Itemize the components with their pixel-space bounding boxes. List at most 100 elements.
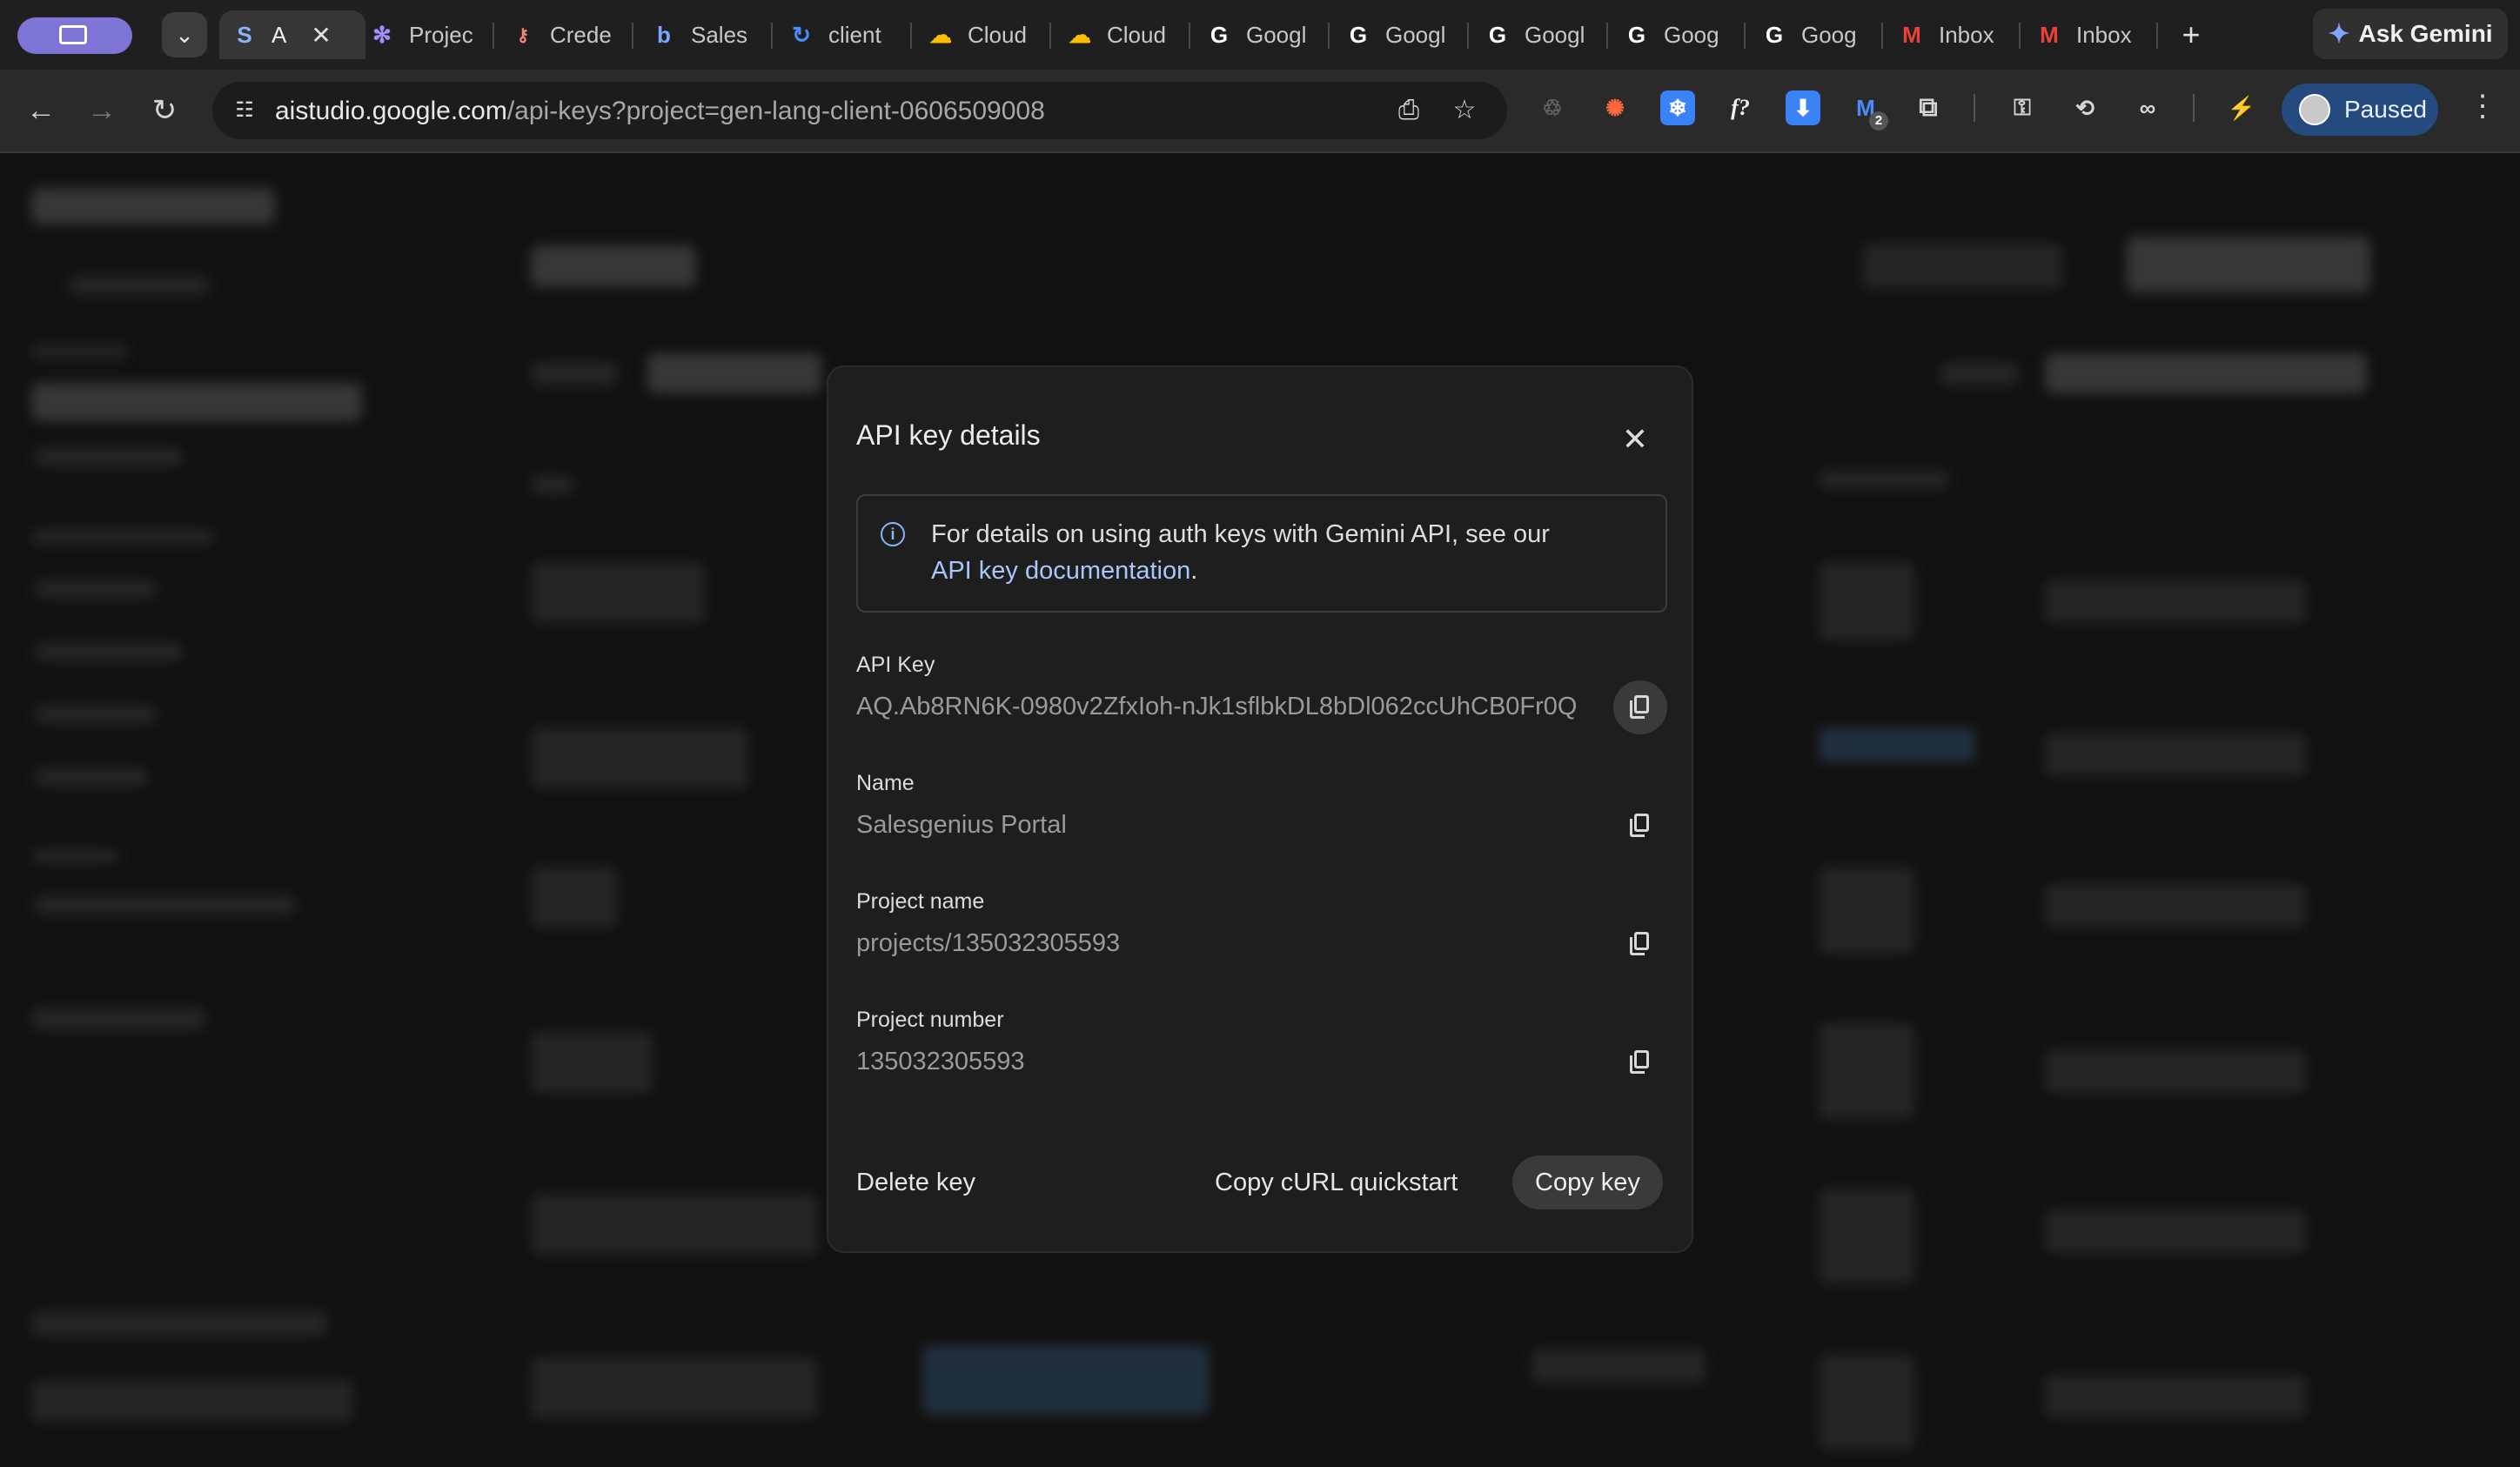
chevron-down-icon: ⌄: [175, 22, 194, 48]
tab-divider: [1049, 23, 1051, 49]
api-key-documentation-link[interactable]: API key documentation: [931, 557, 1190, 585]
install-app-icon[interactable]: ⎙: [1391, 92, 1427, 129]
copy-icon-back: [1630, 1055, 1645, 1074]
site-settings-icon[interactable]: ☷: [231, 97, 258, 124]
info-banner: i For details on using auth keys with Ge…: [856, 494, 1667, 613]
google-icon: G: [1349, 21, 1368, 48]
extension-badge: 2: [1869, 111, 1888, 131]
password-key-icon[interactable]: ⚿: [2005, 90, 2040, 125]
tab-divider: [1881, 23, 1883, 49]
salesgenius-icon: b: [657, 21, 671, 48]
tab-divider: [493, 23, 494, 49]
browser-toolbar: ← → ↻ ☷ aistudio.google.com/api-keys?pro…: [0, 70, 2520, 153]
formula-extension-icon[interactable]: f?: [1723, 90, 1758, 125]
link-icon[interactable]: ∞: [2130, 90, 2165, 125]
new-tab-button[interactable]: +: [2172, 16, 2210, 54]
name-value[interactable]: Salesgenius Portal: [856, 811, 1067, 840]
reload-icon: ↻: [151, 94, 178, 127]
tab-projects[interactable]: ✻ Projec: [369, 10, 482, 59]
tab-client[interactable]: ↻ client: [788, 10, 889, 59]
google-icon: G: [1627, 21, 1646, 48]
sparkle-icon: ✦: [2328, 19, 2350, 49]
claude-extension-icon[interactable]: ✺: [1598, 90, 1632, 125]
tab-inbox-2[interactable]: M Inbox: [2036, 10, 2142, 59]
gmail-icon: M: [1902, 21, 1921, 48]
performance-icon[interactable]: ⚡: [2224, 90, 2259, 125]
close-dialog-button[interactable]: ✕: [1613, 418, 1657, 461]
api-key-value[interactable]: AQ.Ab8RN6K-0980v2ZfxIoh-nJk1sflbkDL8bDl0…: [856, 693, 1577, 721]
tab-salesgenius[interactable]: b Sales: [651, 10, 748, 59]
bookmark-star-icon[interactable]: ☆: [1446, 92, 1483, 129]
tab-divider: [1189, 23, 1190, 49]
google-icon: G: [1210, 21, 1229, 48]
delete-key-button[interactable]: Delete key: [834, 1156, 998, 1209]
sync-icon: ↻: [792, 21, 811, 48]
tab-ai-studio[interactable]: S A ✕: [219, 10, 365, 59]
cloud-icon: ☁: [1069, 21, 1091, 48]
tab-search-button[interactable]: ⌄: [162, 12, 207, 57]
tab-cloud-2[interactable]: ☁ Cloud: [1067, 10, 1171, 59]
snowflake-extension-icon[interactable]: ❄: [1660, 90, 1695, 125]
copy-name-button[interactable]: [1613, 799, 1667, 853]
copy-project-name-button[interactable]: [1613, 917, 1667, 971]
tab-divider: [1606, 23, 1608, 49]
browser-tab-bar: ⌄ S A ✕ ✻ Projec ⚷ Crede b Sales ↻ clien…: [0, 0, 2520, 70]
tab-google-5[interactable]: G Goog: [1761, 10, 1867, 59]
close-icon: ✕: [1621, 421, 1649, 457]
tab-divider: [1744, 23, 1746, 49]
project-name-value[interactable]: projects/135032305593: [856, 929, 1120, 958]
download-extension-icon[interactable]: ⬇: [1786, 90, 1820, 125]
tab-inbox-1[interactable]: M Inbox: [1899, 10, 2005, 59]
asterisk-icon: ✻: [372, 21, 392, 48]
toolbar-divider: [2193, 94, 2195, 122]
tab-divider: [2156, 23, 2158, 49]
tab-google-2[interactable]: G Googl: [1345, 10, 1451, 59]
info-text-line-2: API key documentation.: [931, 557, 1198, 585]
tab-google-3[interactable]: G Googl: [1485, 10, 1591, 59]
back-button[interactable]: ←: [19, 89, 63, 132]
api-key-details-dialog: API key details ✕ i For details on using…: [827, 365, 1693, 1253]
copy-icon-back: [1630, 700, 1645, 719]
project-number-label: Project number: [856, 1008, 1004, 1032]
reload-button[interactable]: ↻: [143, 89, 186, 132]
tab-divider: [771, 23, 773, 49]
tab-divider: [910, 23, 912, 49]
recycle-extension-icon[interactable]: ♲: [1535, 90, 1570, 125]
forward-button[interactable]: →: [80, 89, 124, 132]
tab-divider: [1467, 23, 1469, 49]
ai-studio-icon: S: [237, 21, 252, 48]
tab-group-button[interactable]: [17, 17, 132, 54]
dialog-title: API key details: [856, 419, 1041, 451]
avatar: [2299, 94, 2330, 125]
copy-icon-back: [1630, 937, 1645, 955]
api-key-label: API Key: [856, 653, 935, 677]
window-icon: [59, 25, 87, 44]
extensions-puzzle-icon[interactable]: ⧉: [1911, 90, 1946, 125]
copy-api-key-button[interactable]: [1613, 680, 1667, 734]
url-text[interactable]: aistudio.google.com/api-keys?project=gen…: [275, 97, 1045, 126]
tab-google-4[interactable]: G Goog: [1624, 10, 1730, 59]
more-menu-icon[interactable]: ⋮: [2468, 89, 2497, 124]
copy-project-number-button[interactable]: [1613, 1035, 1667, 1089]
tab-cloud-1[interactable]: ☁ Cloud: [928, 10, 1032, 59]
google-icon: G: [1765, 21, 1784, 48]
name-label: Name: [856, 771, 915, 795]
arrow-left-icon: ←: [26, 94, 56, 127]
cloud-icon: ☁: [929, 21, 952, 48]
close-tab-icon[interactable]: ✕: [311, 21, 331, 50]
copy-key-button[interactable]: Copy key: [1512, 1156, 1663, 1209]
tab-google-1[interactable]: G Googl: [1206, 10, 1312, 59]
copy-curl-quickstart-button[interactable]: Copy cURL quickstart: [1192, 1156, 1480, 1209]
ask-gemini-button[interactable]: ✦ Ask Gemini: [2313, 9, 2508, 59]
tab-divider: [1328, 23, 1330, 49]
address-bar[interactable]: ☷ aistudio.google.com/api-keys?project=g…: [212, 82, 1507, 139]
gmail-icon: M: [2040, 21, 2059, 48]
project-number-value[interactable]: 135032305593: [856, 1048, 1025, 1076]
mcp-extension-icon[interactable]: M2: [1848, 90, 1888, 131]
arrow-right-icon: →: [87, 94, 117, 127]
google-icon: G: [1488, 21, 1507, 48]
profile-paused-button[interactable]: Paused: [2282, 84, 2438, 136]
history-icon[interactable]: ⟲: [2068, 90, 2102, 125]
project-name-label: Project name: [856, 889, 985, 914]
tab-credentials[interactable]: ⚷ Crede: [510, 10, 623, 59]
